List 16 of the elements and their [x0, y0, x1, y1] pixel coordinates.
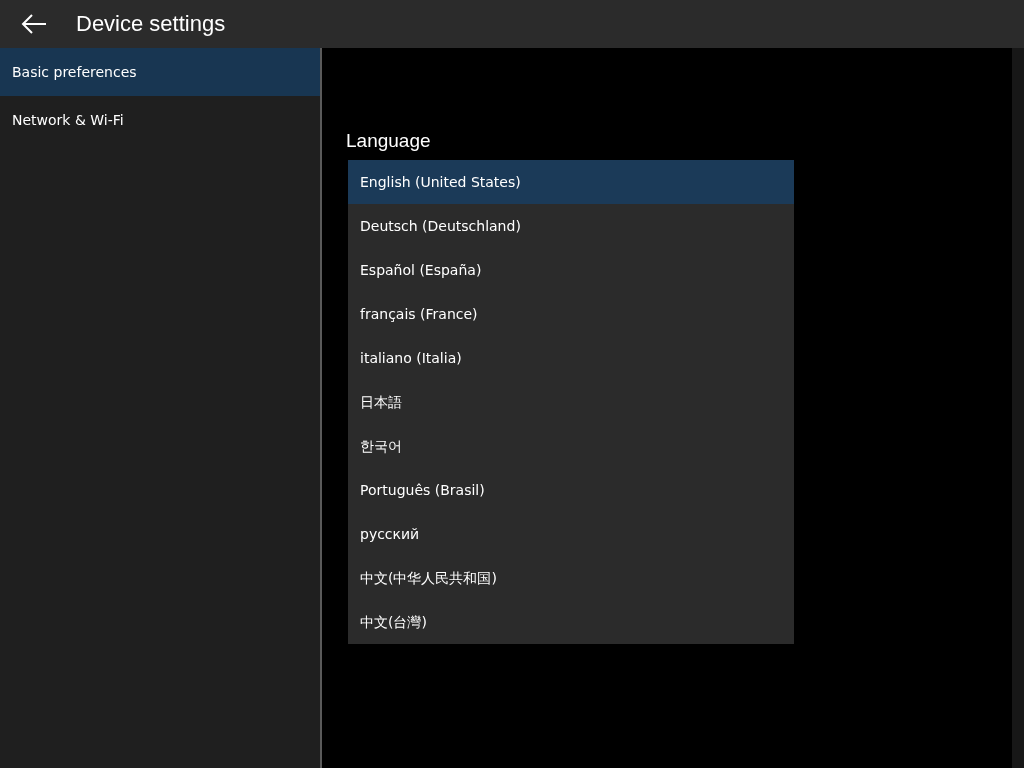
language-option[interactable]: русский — [348, 512, 794, 556]
language-option[interactable]: 한국어 — [348, 424, 794, 468]
language-option[interactable]: 中文(台灣) — [348, 600, 794, 644]
language-label: Language — [346, 130, 432, 153]
page-title: Device settings — [76, 11, 226, 37]
language-option[interactable]: italiano (Italia) — [348, 336, 794, 380]
language-option[interactable]: français (France) — [348, 292, 794, 336]
sidebar-item[interactable]: Basic preferences — [0, 48, 320, 96]
sidebar-item[interactable]: Network & Wi-Fi — [0, 96, 320, 144]
language-option[interactable]: Português (Brasil) — [348, 468, 794, 512]
back-arrow-icon — [21, 14, 47, 34]
language-option[interactable]: Español (España) — [348, 248, 794, 292]
language-option[interactable]: English (United States) — [348, 160, 794, 204]
language-option[interactable]: 日本語 — [348, 380, 794, 424]
language-option[interactable]: 中文(中华人民共和国) — [348, 556, 794, 600]
language-option[interactable]: Deutsch (Deutschland) — [348, 204, 794, 248]
